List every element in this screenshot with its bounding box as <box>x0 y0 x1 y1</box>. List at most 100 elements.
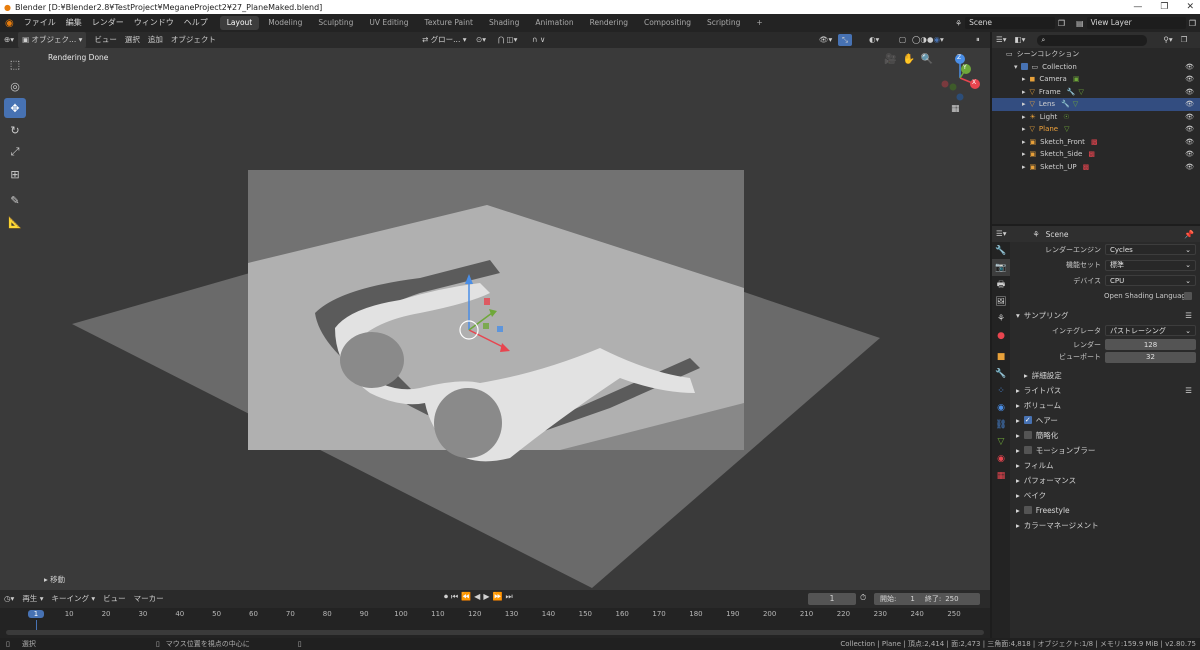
outliner-item-data[interactable]: ▩ <box>1088 150 1095 158</box>
tab-constraints[interactable]: ⛓ <box>992 416 1010 433</box>
visibility-eye-icon[interactable]: 👁 <box>1185 163 1194 171</box>
tab-particles[interactable]: ⁘ <box>992 382 1010 399</box>
device-dropdown[interactable]: CPU ⌄ <box>1105 275 1196 287</box>
tab-material[interactable]: ◉ <box>992 450 1010 467</box>
menu-help[interactable]: ヘルプ <box>179 14 213 32</box>
menu-add[interactable]: 追加 <box>144 32 167 48</box>
tab-texture[interactable]: ▦ <box>992 467 1010 484</box>
record-icon[interactable]: ⏺ <box>444 592 448 602</box>
outliner-editor-icon[interactable]: ☰▾ <box>992 32 1011 48</box>
tab-view-layer[interactable]: 🖼 <box>992 293 1010 310</box>
outliner-item-data[interactable]: ▩ <box>1091 138 1098 146</box>
outliner-item[interactable]: ▸ ☀ Light ☉ 👁 <box>992 111 1200 124</box>
visibility-eye-icon[interactable]: 👁 <box>1185 75 1194 83</box>
property-section[interactable]: ▸ Freestyle <box>1010 503 1200 518</box>
sampling-section[interactable]: ▾ サンプリング ☰ <box>1010 308 1200 323</box>
menu-render[interactable]: レンダー <box>87 14 129 32</box>
tab-modifiers[interactable]: 🔧 <box>992 365 1010 382</box>
menu-keying[interactable]: キーイング ▾ <box>47 591 99 607</box>
measure-tool[interactable]: 📐 <box>4 212 26 232</box>
timeline-scrollbar[interactable] <box>6 630 984 635</box>
collapse-arrow-icon[interactable]: ▸ <box>1022 163 1026 171</box>
scene-name[interactable]: Scene <box>965 17 1055 29</box>
collapse-arrow-icon[interactable]: ▸ <box>1022 138 1026 146</box>
osl-checkbox[interactable] <box>1184 292 1192 301</box>
outliner-item-data[interactable]: ▽ <box>1064 125 1069 133</box>
proportional-edit-icon[interactable]: ∩ ∨ <box>528 32 549 48</box>
visibility-eye-icon[interactable]: 👁 <box>1185 63 1194 71</box>
menu-view[interactable]: ビュー <box>90 32 121 48</box>
tab-animation[interactable]: Animation <box>528 16 580 30</box>
last-operator-panel[interactable]: ▸ 移動 <box>44 574 65 585</box>
tab-shading[interactable]: Shading <box>482 16 526 30</box>
shading-modes[interactable]: ◯◑●◉▾ <box>908 32 948 48</box>
transform-orientation[interactable]: ⇄ グロー... ▾ <box>418 32 470 48</box>
visibility-eye-icon[interactable]: 👁 <box>1185 88 1194 96</box>
presets-icon[interactable]: ☰ <box>1185 386 1192 395</box>
outliner-collection[interactable]: ▾ ▭ Collection 👁 <box>992 61 1200 74</box>
jump-end-icon[interactable]: ⏭ <box>505 592 512 602</box>
pin-icon[interactable]: 📌 <box>1184 230 1194 239</box>
gizmo-toggle-icon[interactable]: ⤡ <box>838 34 852 46</box>
new-collection-icon[interactable]: ❐ <box>1177 32 1192 48</box>
close-button[interactable]: ✕ <box>1186 0 1194 14</box>
collapse-arrow-icon[interactable]: ▸ <box>1022 125 1026 133</box>
property-section[interactable]: ▸ パフォーマンス <box>1010 473 1200 488</box>
outliner-item[interactable]: ▸ ▣ Sketch_Side ▩ 👁 <box>992 148 1200 161</box>
jump-start-icon[interactable]: ⏮ <box>451 592 458 602</box>
new-scene-icon[interactable]: ❐ <box>1058 19 1065 28</box>
collapse-arrow-icon[interactable]: ▸ <box>1022 150 1026 158</box>
property-section[interactable]: ▸ フィルム <box>1010 458 1200 473</box>
scale-tool[interactable]: ⤢ <box>4 142 26 162</box>
3d-viewport[interactable]: Rendering Done ▸ 移動 Z X Y 🎥 ✋ 🔍 ▦ <box>0 48 990 590</box>
play-reverse-icon[interactable]: ◀ <box>474 592 480 602</box>
section-enable-checkbox[interactable] <box>1023 506 1032 514</box>
editor-type-icon[interactable]: ⊕▾ <box>0 32 18 48</box>
outliner-item[interactable]: ▸ ▣ Sketch_UP ▩ 👁 <box>992 161 1200 174</box>
play-icon[interactable]: ▶ <box>483 592 489 602</box>
section-enable-checkbox[interactable]: ✓ <box>1023 416 1032 424</box>
transform-tool[interactable]: ⊞ <box>4 164 26 184</box>
outliner-item[interactable]: ▸ ▽ Frame 🔧 ▽ 👁 <box>992 86 1200 99</box>
preview-range-icon[interactable]: ⏱ <box>860 593 866 603</box>
tab-modeling[interactable]: Modeling <box>261 16 309 30</box>
tab-sculpting[interactable]: Sculpting <box>311 16 360 30</box>
visibility-icon[interactable]: 👁▾ <box>815 32 836 48</box>
blender-menu-icon[interactable]: ◉ <box>0 18 19 29</box>
feature-set-dropdown[interactable]: 標準 ⌄ <box>1105 259 1196 271</box>
filter-icon[interactable]: ⚲▾ <box>1159 32 1176 48</box>
tab-compositing[interactable]: Compositing <box>637 16 698 30</box>
tab-tool[interactable]: 🔧 <box>992 242 1010 259</box>
frame-ruler[interactable]: 1 10 20 30 40 50 60 70 80 90 100 110 120 130 140 150 160… <box>0 608 990 630</box>
add-workspace-button[interactable]: + <box>749 16 769 30</box>
viewport-samples-field[interactable]: 32 <box>1105 351 1196 363</box>
visibility-eye-icon[interactable]: 👁 <box>1185 125 1194 133</box>
render-samples-field[interactable]: 128 <box>1105 339 1196 351</box>
menu-file[interactable]: ファイル <box>19 14 61 32</box>
property-section[interactable]: ▸ モーションブラー <box>1010 443 1200 458</box>
current-frame-field[interactable]: 1 <box>808 593 856 605</box>
tab-uv-editing[interactable]: UV Editing <box>362 16 415 30</box>
new-view-layer-icon[interactable]: ❐ <box>1189 19 1196 28</box>
collapse-arrow-icon[interactable]: ▸ <box>1022 113 1026 121</box>
pan-hand-icon[interactable]: ✋ <box>902 54 914 65</box>
tab-rendering[interactable]: Rendering <box>583 16 635 30</box>
outliner-item-data[interactable]: ▩ <box>1083 163 1090 171</box>
pivot-icon[interactable]: ⊙▾ <box>472 32 490 48</box>
tab-scene[interactable]: ⚘ <box>992 310 1010 327</box>
annotate-tool[interactable]: ✎ <box>4 190 26 210</box>
render-engine-dropdown[interactable]: Cycles ⌄ <box>1105 244 1196 256</box>
pause-icon[interactable]: ⏸ <box>972 32 984 48</box>
property-section[interactable]: ▸ ベイク <box>1010 488 1200 503</box>
menu-marker[interactable]: マーカー <box>130 591 168 607</box>
maximize-button[interactable]: ❐ <box>1160 0 1168 14</box>
integrator-dropdown[interactable]: パストレーシング ⌄ <box>1105 325 1196 337</box>
timeline-editor-icon[interactable]: ◷▾ <box>0 591 18 607</box>
view-layer-name[interactable]: View Layer <box>1086 17 1186 29</box>
prev-key-icon[interactable]: ⏪ <box>461 592 471 602</box>
outliner-item-data[interactable]: ▣ <box>1073 75 1080 83</box>
visibility-eye-icon[interactable]: 👁 <box>1185 100 1194 108</box>
advanced-subsection[interactable]: ▸ 詳細設定 <box>1010 368 1200 383</box>
section-enable-checkbox[interactable] <box>1023 431 1032 439</box>
collapse-arrow-icon[interactable]: ▸ <box>1022 75 1026 83</box>
